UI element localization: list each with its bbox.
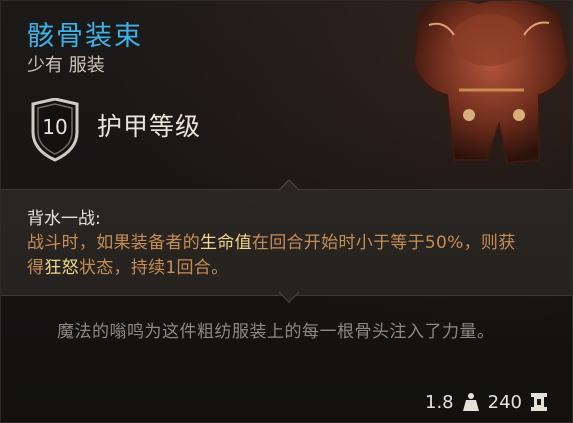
item-category: 少有 服装	[27, 55, 105, 77]
divider-notch-icon	[279, 179, 299, 191]
armor-class-value: 10	[42, 115, 68, 139]
passive-keyword-hp[interactable]: 生命值	[200, 233, 252, 253]
armor-class-label: 护甲等级	[97, 112, 202, 141]
passive-name: 背水一战:	[27, 209, 101, 229]
passive-keyword-rage[interactable]: 狂怒	[44, 258, 79, 278]
item-tooltip: 骸骨装束 少有 服装 10 护甲等级 背水一战: 战斗时，如果装备者的生命值在回…	[0, 0, 573, 423]
flavor-text: 魔法的嗡鸣为这件粗纺服装上的每一根骨头注入了力量。	[57, 322, 495, 342]
passive-description: 战斗时，如果装备者的生命值在回合开始时小于等于50%，则获得狂怒状态，持续1回合…	[27, 231, 527, 281]
divider-notch-icon	[279, 291, 299, 303]
gold-value: 240	[487, 391, 522, 413]
item-footer: 1.8 240	[425, 389, 548, 415]
weight-value: 1.8	[425, 391, 454, 413]
passive-text: 状态，持续1回合。	[78, 258, 229, 278]
passive-text: 战斗时，如果装备者的	[27, 233, 200, 253]
item-rarity: 少有	[27, 55, 63, 76]
gold-coin-stack-icon	[531, 393, 547, 411]
item-name: 骸骨装束	[27, 21, 143, 52]
armor-image	[412, 1, 571, 165]
item-type: 服装	[68, 55, 105, 76]
weight-icon	[462, 393, 479, 411]
